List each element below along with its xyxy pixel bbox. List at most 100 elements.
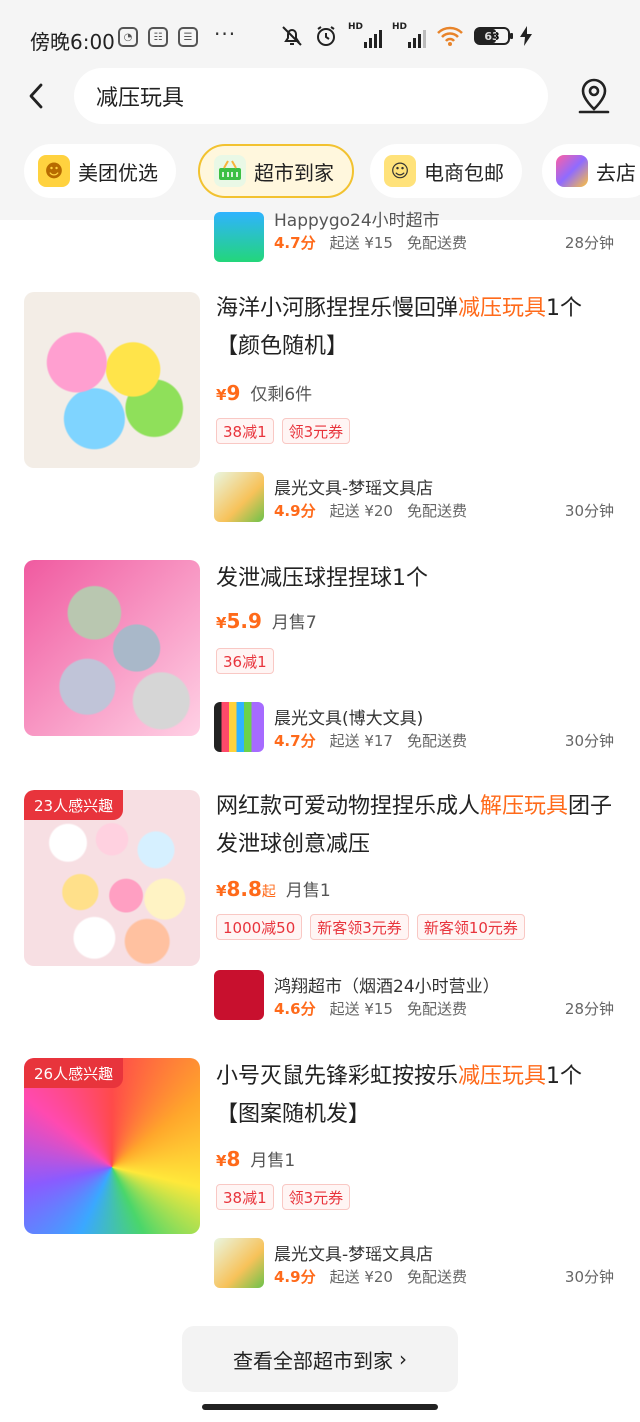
chip-label: 去店 <box>596 160 636 185</box>
store-meta: 4.6分 起送 ¥15 免配送费 <box>274 998 467 1019</box>
store-logo <box>214 702 264 752</box>
price: ¥9 <box>216 381 240 405</box>
store-min-order: 起送 ¥15 <box>329 234 393 252</box>
list-item[interactable]: 发泄减压球捏捏球1个 ¥5.9 月售7 36减1 晨光文具(博大文具) 4.7分… <box>0 560 640 760</box>
price: ¥8.8起 <box>216 877 276 901</box>
currency-symbol: ¥ <box>216 614 227 632</box>
store-score: 4.9分 <box>274 502 316 520</box>
store-min-order: 起送 ¥20 <box>329 1268 393 1286</box>
view-all-button[interactable]: 查看全部超市到家 › <box>182 1326 458 1392</box>
store-logo <box>214 472 264 522</box>
product-title[interactable]: 海洋小河豚捏捏乐慢回弹减压玩具1个【颜色随机】 <box>216 290 620 366</box>
store-name[interactable]: 鸿翔超市（烟酒24小时营业） <box>274 972 500 997</box>
product-image[interactable] <box>24 560 200 736</box>
back-icon <box>29 83 43 109</box>
sales-text: 月售1 <box>285 881 331 901</box>
chip-meituan-youxuan[interactable]: ☻ 美团优选 <box>24 144 176 198</box>
price-value: 8 <box>226 1147 241 1171</box>
store-meta: 4.9分 起送 ¥20 免配送费 <box>274 500 467 521</box>
currency-symbol: ¥ <box>216 386 227 404</box>
battery-level: 63 <box>484 29 500 43</box>
product-image[interactable]: 26人感兴趣 <box>24 1058 200 1234</box>
network-type-label: HD <box>392 22 408 32</box>
chip-label: 美团优选 <box>78 160 158 185</box>
promo-tag: 36减1 <box>216 648 274 674</box>
product-title[interactable]: 发泄减压球捏捏球1个 <box>216 560 620 598</box>
store-meta: 4.7分 起送 ¥15 免配送费 <box>274 232 467 253</box>
back-button[interactable] <box>20 76 52 116</box>
price-value: 5.9 <box>226 609 262 633</box>
status-system-icons: HD HD 63 <box>280 22 532 48</box>
store-name: Happygo24小时超市 <box>274 211 440 231</box>
chip-ecommerce-free-shipping[interactable]: ☺ 电商包邮 <box>370 144 522 198</box>
store-name[interactable]: 晨光文具(博大文具) <box>274 704 423 729</box>
title-text: 海洋小河豚捏捏乐慢回弹 <box>216 296 459 321</box>
list-item[interactable]: 23人感兴趣 网红款可爱动物捏捏乐成人解压玩具团子发泄球创意减压 ¥8.8起 月… <box>0 788 640 1028</box>
product-title[interactable]: 小号灭鼠先锋彩虹按按乐减压玩具1个【图案随机发】 <box>216 1058 620 1134</box>
list-item[interactable]: 26人感兴趣 小号灭鼠先锋彩虹按按乐减压玩具1个【图案随机发】 ¥8 月售1 3… <box>0 1058 640 1298</box>
charging-icon <box>520 26 532 46</box>
price-value: 9 <box>226 381 241 405</box>
product-title[interactable]: 网红款可爱动物捏捏乐成人解压玩具团子发泄球创意减压 <box>216 788 620 864</box>
promo-tags: 38减1 领3元券 <box>216 1184 351 1210</box>
sales-text: 月售1 <box>250 1151 296 1171</box>
shopping-basket-icon <box>214 155 246 187</box>
price: ¥5.9 <box>216 609 262 633</box>
promo-tag: 新客领10元券 <box>416 914 525 940</box>
home-indicator[interactable] <box>202 1404 438 1410</box>
notification-app-icon: ☰ <box>178 27 198 47</box>
price-value: 8.8 <box>226 877 262 901</box>
store-logo <box>214 212 264 262</box>
location-pin-icon <box>578 78 610 114</box>
network-type-label: HD <box>348 22 364 32</box>
chip-supermarket-home[interactable]: 超市到家 <box>198 144 354 198</box>
app-grid-icon <box>556 155 588 187</box>
status-time: 傍晚6:00 <box>30 30 115 54</box>
status-notification-icons: ◔ ☷ ☰ <box>118 27 198 47</box>
price: ¥8 <box>216 1147 240 1171</box>
title-keyword: 减压玩具 <box>458 1064 547 1089</box>
promo-tags: 36减1 <box>216 648 274 674</box>
search-input[interactable]: 减压玩具 <box>74 68 548 124</box>
chip-label: 超市到家 <box>254 160 334 185</box>
store-meta: 4.7分 起送 ¥17 免配送费 <box>274 730 467 751</box>
store-score: 4.7分 <box>274 234 316 252</box>
list-item[interactable]: 海洋小河豚捏捏乐慢回弹减压玩具1个【颜色随机】 ¥9 仅剩6件 38减1 领3元… <box>0 290 640 530</box>
store-meta: 4.9分 起送 ¥20 免配送费 <box>274 1266 467 1287</box>
store-score: 4.9分 <box>274 1268 316 1286</box>
package-face-icon: ☺ <box>384 155 416 187</box>
title-keyword: 解压玩具 <box>480 794 569 819</box>
store-score: 4.7分 <box>274 732 316 750</box>
chip-go-to-store[interactable]: 去店 <box>542 144 640 198</box>
store-logo <box>214 1238 264 1288</box>
promo-tag: 领3元券 <box>281 418 351 444</box>
store-logo <box>214 970 264 1020</box>
promo-tag: 领3元券 <box>281 1184 351 1210</box>
store-name[interactable]: 晨光文具-梦瑶文具店 <box>274 1240 433 1265</box>
store-delivery-fee: 免配送费 <box>406 732 467 750</box>
product-image[interactable]: 23人感兴趣 <box>24 790 200 966</box>
chip-label: 电商包邮 <box>424 160 504 185</box>
product-image[interactable] <box>24 292 200 468</box>
store-min-order: 起送 ¥17 <box>329 732 393 750</box>
category-chip-row: ☻ 美团优选 超市到家 ☺ 电商包邮 去店 <box>0 144 640 200</box>
store-delivery-fee: 免配送费 <box>406 502 467 520</box>
price-suffix: 起 <box>261 884 276 900</box>
store-delivery-fee: 免配送费 <box>406 234 467 252</box>
top-store-row[interactable]: Happygo24小时超市 4.7分 起送 ¥15 免配送费 28分钟 <box>0 211 640 270</box>
price-row: ¥9 仅剩6件 <box>216 380 312 405</box>
price-row: ¥8.8起 月售1 <box>216 876 331 901</box>
title-text: 发泄减压球捏捏球1个 <box>216 566 428 591</box>
view-all-label: 查看全部超市到家 <box>233 1348 393 1373</box>
title-text: 网红款可爱动物捏捏乐成人 <box>216 794 481 819</box>
sales-text: 月售7 <box>271 613 317 633</box>
location-button[interactable] <box>574 74 614 118</box>
store-eta: 30分钟 <box>564 1268 614 1286</box>
store-min-order: 起送 ¥20 <box>329 502 393 520</box>
more-notifications-icon: ··· <box>214 22 237 46</box>
store-name[interactable]: 晨光文具-梦瑶文具店 <box>274 474 433 499</box>
promo-tag: 38减1 <box>216 1184 274 1210</box>
interest-badge: 26人感兴趣 <box>24 1058 124 1088</box>
store-eta: 28分钟 <box>564 234 614 252</box>
store-eta: 30分钟 <box>564 732 614 750</box>
